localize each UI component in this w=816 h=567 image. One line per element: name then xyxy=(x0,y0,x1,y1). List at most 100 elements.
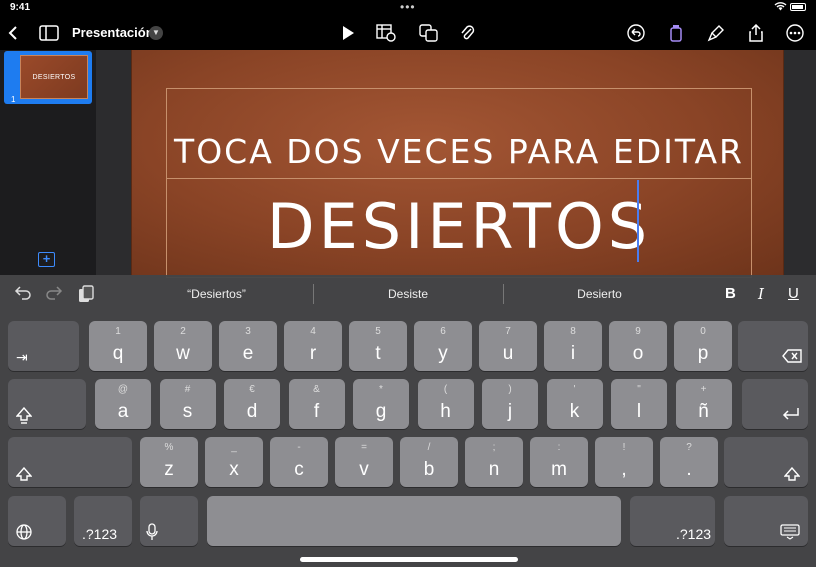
key-alt-label: * xyxy=(379,384,383,395)
key-row1-0[interactable]: 1q xyxy=(89,321,147,371)
suggestion-2[interactable]: Desiste xyxy=(313,287,503,301)
key-row1-3[interactable]: 4r xyxy=(284,321,342,371)
chevron-down-icon[interactable]: ▼ xyxy=(149,26,163,40)
key-main-label: r xyxy=(309,343,317,364)
key-main-label: i xyxy=(570,343,576,364)
key-row1-9[interactable]: 0p xyxy=(674,321,732,371)
key-main-label: q xyxy=(112,343,124,364)
key-main-label: n xyxy=(488,459,500,480)
key-row3-6[interactable]: :m xyxy=(530,437,588,487)
key-row2-9[interactable]: + ñ xyxy=(675,379,732,429)
slide-subtitle[interactable]: TOCA DOS VECES PARA EDITAR xyxy=(166,132,752,171)
numbers-key-right[interactable]: .?123 xyxy=(630,496,715,546)
key-row1-5[interactable]: 6y xyxy=(414,321,472,371)
key-row2-2[interactable]: € d xyxy=(224,379,280,429)
key-main-label: a xyxy=(117,401,129,422)
slide-canvas: TOCA DOS VECES PARA EDITAR DESIERTOS xyxy=(96,50,816,278)
key-row3-3[interactable]: = v xyxy=(335,437,393,487)
key-row2-3[interactable]: & f xyxy=(288,379,345,429)
numbers-key-left[interactable]: .?123 xyxy=(74,496,132,546)
underline-button[interactable]: U xyxy=(788,285,799,302)
key-main-label: p xyxy=(697,343,709,364)
key-main-label: m xyxy=(551,459,567,480)
wifi-icon xyxy=(774,1,787,14)
key-row3-8[interactable]: ?. xyxy=(660,437,718,487)
format-brush-icon[interactable] xyxy=(665,22,687,44)
text-cursor xyxy=(637,180,639,262)
key-row3-7[interactable]: !, xyxy=(595,437,653,487)
clipboard-icon[interactable] xyxy=(78,285,94,308)
key-row1-6[interactable]: 7u xyxy=(479,321,537,371)
slide-thumbnail[interactable]: DESIERTOS 1 xyxy=(4,51,92,104)
key-main-label: x xyxy=(229,459,239,480)
key-main-label: , xyxy=(621,459,627,480)
hide-keyboard-key[interactable] xyxy=(724,496,808,546)
key-row2-7[interactable]: ' k xyxy=(546,379,603,429)
caps-lock-key[interactable] xyxy=(8,379,86,429)
key-row3-1[interactable]: _ x xyxy=(205,437,263,487)
tab-key[interactable]: ⇥ xyxy=(8,321,79,371)
key-alt-label: + xyxy=(700,384,707,395)
space-key[interactable] xyxy=(207,496,621,546)
add-slide-icon[interactable]: + xyxy=(38,252,55,267)
key-row1-8[interactable]: 9o xyxy=(609,321,667,371)
key-row2-0[interactable]: @ a xyxy=(95,379,151,429)
key-alt-label: 2 xyxy=(180,326,186,337)
play-icon[interactable] xyxy=(337,22,359,44)
key-row1-1[interactable]: 2w xyxy=(154,321,212,371)
back-icon[interactable] xyxy=(2,22,24,44)
key-alt-label: 8 xyxy=(570,326,576,337)
undo-icon[interactable] xyxy=(625,22,647,44)
key-main-label: b xyxy=(423,459,435,480)
key-main-label: j xyxy=(507,401,513,422)
key-alt-label: ) xyxy=(508,384,512,395)
share-icon[interactable] xyxy=(745,22,767,44)
table-icon[interactable] xyxy=(375,22,397,44)
undo-icon[interactable] xyxy=(14,285,32,306)
key-main-label: ñ xyxy=(698,401,709,422)
key-row3-2[interactable]: -c xyxy=(270,437,328,487)
bold-button[interactable]: B xyxy=(725,285,736,302)
suggestion-3[interactable]: Desierto xyxy=(503,287,696,301)
key-main-label: u xyxy=(502,343,514,364)
key-alt-label: 9 xyxy=(635,326,641,337)
key-main-label: z xyxy=(164,459,174,480)
slide-title[interactable]: DESIERTOS xyxy=(166,190,752,263)
paperclip-icon[interactable] xyxy=(457,22,479,44)
document-title[interactable]: Presentación xyxy=(72,25,154,40)
key-alt-label: 5 xyxy=(375,326,381,337)
italic-button[interactable]: I xyxy=(758,285,764,303)
key-main-label: s xyxy=(182,401,193,422)
return-key[interactable] xyxy=(742,379,808,429)
key-row2-5[interactable]: (h xyxy=(417,379,474,429)
multitasking-dots-icon[interactable]: ••• xyxy=(400,0,416,14)
home-indicator[interactable] xyxy=(300,557,518,562)
key-row3-4[interactable]: / b xyxy=(400,437,458,487)
key-alt-label: % xyxy=(164,442,174,453)
key-row3-0[interactable]: % z xyxy=(140,437,198,487)
dictation-key[interactable] xyxy=(140,496,198,546)
key-main-label: v xyxy=(359,459,369,480)
delete-key[interactable] xyxy=(738,321,808,371)
key-row2-8[interactable]: " l xyxy=(611,379,667,429)
more-icon[interactable] xyxy=(784,22,806,44)
key-row2-6[interactable]: ) j xyxy=(482,379,538,429)
key-row3-5[interactable]: ; n xyxy=(465,437,523,487)
key-row2-1[interactable]: # s xyxy=(159,379,216,429)
suggestion-1[interactable]: “Desiertos” xyxy=(120,287,313,301)
shift-key-right[interactable] xyxy=(724,437,808,487)
key-row1-4[interactable]: 5t xyxy=(349,321,407,371)
globe-key[interactable] xyxy=(8,496,66,546)
paintbrush-icon[interactable] xyxy=(705,22,727,44)
slide-thumbnail-preview: DESIERTOS xyxy=(20,55,88,99)
slide[interactable]: TOCA DOS VECES PARA EDITAR DESIERTOS xyxy=(131,50,784,278)
redo-icon[interactable] xyxy=(45,285,63,306)
key-row2-4[interactable]: * g xyxy=(353,379,409,429)
shift-key-left[interactable] xyxy=(8,437,132,487)
sidebar-toggle-icon[interactable] xyxy=(38,22,60,44)
shapes-icon[interactable] xyxy=(418,22,440,44)
key-main-label: h xyxy=(440,401,451,422)
key-row1-2[interactable]: 3e xyxy=(219,321,277,371)
key-row1-7[interactable]: 8i xyxy=(544,321,602,371)
key-alt-label: : xyxy=(557,442,561,453)
